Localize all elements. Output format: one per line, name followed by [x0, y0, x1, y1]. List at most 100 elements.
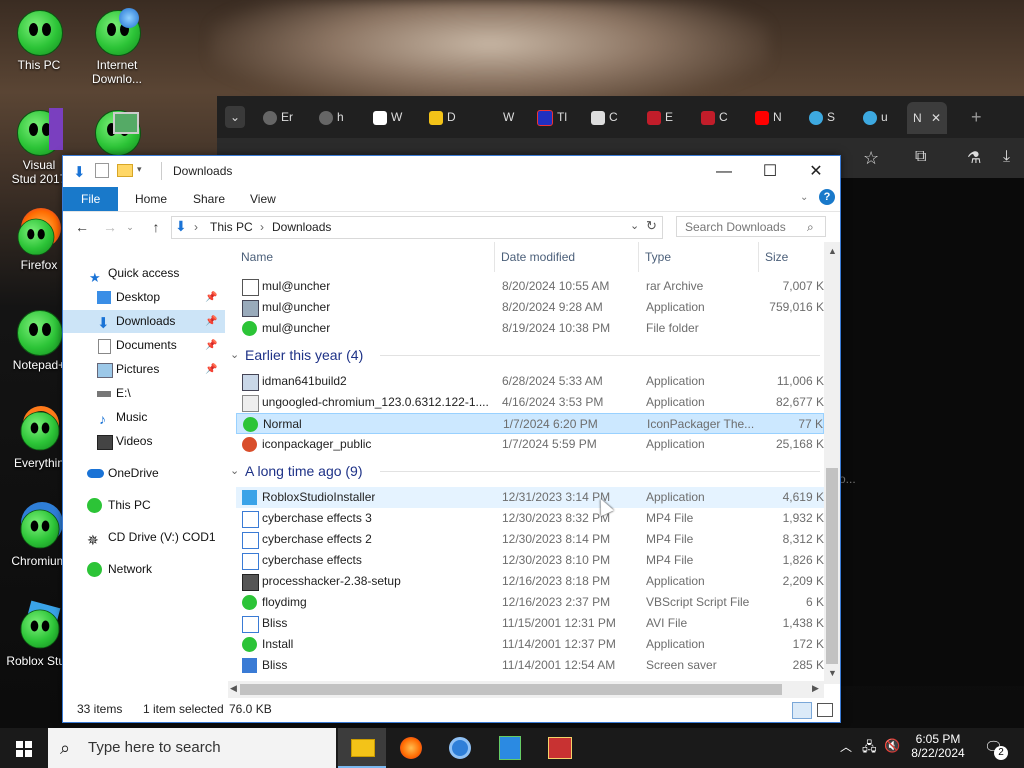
refresh-icon[interactable]: ↻ — [646, 218, 657, 234]
table-row[interactable]: ungoogled-chromium_123.0.6312.122-1.... … — [236, 392, 824, 413]
tab-home[interactable]: Home — [121, 187, 181, 211]
taskbar-search-input[interactable]: ⌕ Type here to search — [48, 728, 336, 768]
column-header-size[interactable]: Size — [765, 242, 788, 272]
forward-button[interactable]: → — [99, 216, 121, 238]
new-tab-button[interactable]: + — [971, 106, 982, 128]
action-center-button[interactable]: 🗨 2 — [980, 728, 1014, 768]
taskbar-iconpackager[interactable] — [536, 728, 584, 768]
tab-share[interactable]: Share — [179, 187, 239, 211]
scroll-thumb[interactable] — [826, 468, 838, 664]
horizontal-scrollbar[interactable]: ◀ ▶ — [228, 681, 824, 698]
close-tab-icon[interactable]: ✕ — [931, 111, 941, 125]
start-button[interactable] — [0, 728, 48, 768]
details-view-icon[interactable] — [792, 702, 812, 719]
nav-pictures[interactable]: Pictures 📌 — [63, 358, 225, 381]
table-row[interactable]: processhacker-2.38-setup 12/16/2023 8:18… — [236, 571, 824, 592]
group-header-long-ago[interactable]: ⌄ A long time ago (9) — [230, 460, 824, 482]
taskbar-process-app[interactable] — [486, 728, 534, 768]
nav-downloads[interactable]: ⬇ Downloads 📌 — [63, 310, 225, 333]
extensions-icon[interactable]: ⧉ — [915, 148, 926, 166]
browser-tab[interactable]: Er — [263, 106, 293, 128]
table-row-selected[interactable]: Normal 1/7/2024 6:20 PM IconPackager The… — [236, 413, 824, 434]
labs-flask-icon[interactable]: ⚗ — [967, 148, 981, 168]
browser-tab-active[interactable]: N ✕ — [907, 102, 948, 134]
column-header-type[interactable]: Type — [645, 242, 671, 272]
pin-icon[interactable]: 📌 — [205, 358, 217, 381]
nav-cd-drive[interactable]: ✵ CD Drive (V:) COD1 — [63, 526, 225, 549]
large-icons-view-icon[interactable] — [817, 703, 833, 717]
nav-quick-access[interactable]: ★ Quick access — [63, 262, 225, 285]
browser-tab[interactable]: C — [591, 106, 618, 128]
browser-tab[interactable]: D — [429, 106, 456, 128]
properties-icon[interactable] — [95, 163, 109, 178]
table-row[interactable]: RobloxStudioInstaller 12/31/2023 3:14 PM… — [236, 487, 824, 508]
pin-icon[interactable]: 📌 — [205, 286, 217, 309]
taskbar-firefox[interactable] — [388, 728, 436, 768]
nav-music[interactable]: ♪ Music — [63, 406, 225, 429]
bookmark-star-icon[interactable]: ☆ — [863, 148, 879, 169]
column-header-name[interactable]: Name — [241, 242, 273, 272]
table-row[interactable]: Install 11/14/2001 12:37 PM Application … — [236, 634, 824, 655]
recent-locations-icon[interactable]: ⌄ — [119, 216, 141, 238]
up-button[interactable]: ↑ — [145, 216, 167, 238]
volume-muted-icon[interactable]: 🔇 — [884, 738, 900, 754]
browser-tab[interactable]: E — [647, 106, 673, 128]
scroll-right-icon[interactable]: ▶ — [812, 683, 819, 694]
table-row[interactable]: mul@uncher 8/19/2024 10:38 PM File folde… — [236, 318, 824, 339]
browser-tab[interactable]: h — [319, 106, 344, 128]
table-row[interactable]: cyberchase effects 2 12/30/2023 8:14 PM … — [236, 529, 824, 550]
show-hidden-icons-chevron-icon[interactable]: ︿ — [840, 738, 852, 755]
table-row[interactable]: Bliss 11/14/2001 12:54 AM Screen saver 2… — [236, 655, 824, 676]
nav-this-pc[interactable]: This PC — [63, 494, 225, 517]
nav-videos[interactable]: Videos — [63, 430, 225, 453]
browser-tab[interactable]: Tl — [537, 106, 567, 128]
breadcrumb-downloads[interactable]: Downloads — [272, 220, 331, 234]
taskbar-chromium[interactable] — [436, 728, 484, 768]
scroll-thumb[interactable] — [240, 684, 782, 695]
desktop-icon-internet-download[interactable]: Internet Downlo... — [78, 8, 156, 86]
desktop-icon-this-pc[interactable]: This PC — [0, 8, 78, 72]
table-row[interactable]: mul@uncher 8/20/2024 10:55 AM rar Archiv… — [236, 276, 824, 297]
tab-file[interactable]: File — [63, 187, 119, 211]
scroll-left-icon[interactable]: ◀ — [230, 683, 237, 694]
tab-search-button[interactable]: ⌄ — [225, 106, 245, 128]
table-row[interactable]: iconpackager_public 1/7/2024 5:59 PM App… — [236, 434, 824, 455]
table-row[interactable]: cyberchase effects 3 12/30/2023 8:32 PM … — [236, 508, 824, 529]
help-icon[interactable]: ? — [819, 189, 835, 205]
table-row[interactable]: floydimg 12/16/2023 2:37 PM VBScript Scr… — [236, 592, 824, 613]
maximize-button[interactable]: ☐ — [747, 156, 793, 187]
vertical-scrollbar[interactable]: ▲ ▼ — [824, 242, 840, 684]
pin-icon[interactable]: 📌 — [205, 310, 217, 333]
browser-tab[interactable]: W — [373, 106, 402, 128]
table-row[interactable]: cyberchase effects 12/30/2023 8:10 PM MP… — [236, 550, 824, 571]
table-row[interactable]: idman641build2 6/28/2024 5:33 AM Applica… — [236, 371, 824, 392]
search-input[interactable]: Search Downloads — [676, 216, 826, 237]
table-row[interactable]: mul@uncher 8/20/2024 9:28 AM Application… — [236, 297, 824, 318]
scroll-up-icon[interactable]: ▲ — [828, 246, 837, 256]
table-row[interactable]: Bliss 11/15/2001 12:31 PM AVI File 1,438… — [236, 613, 824, 634]
address-dropdown-icon[interactable]: ⌄ — [630, 219, 639, 232]
back-button[interactable]: ← — [71, 216, 93, 238]
close-button[interactable]: ✕ — [793, 156, 839, 187]
download-icon[interactable]: ⤓ — [1003, 148, 1010, 166]
nav-network[interactable]: Network — [63, 558, 225, 581]
browser-tab[interactable]: C — [701, 106, 728, 128]
minimize-button[interactable]: — — [701, 156, 747, 187]
browser-tab[interactable]: S — [809, 106, 835, 128]
tab-view[interactable]: View — [236, 187, 290, 211]
address-bar[interactable]: ⬇ › This PC › Downloads ⌄ ↻ — [171, 216, 663, 239]
nav-e-drive[interactable]: E:\ — [63, 382, 225, 405]
desktop-icon-computer[interactable] — [78, 108, 156, 158]
pin-icon[interactable]: 📌 — [205, 334, 217, 357]
browser-tab[interactable]: u — [863, 106, 888, 128]
nav-documents[interactable]: Documents 📌 — [63, 334, 225, 357]
breadcrumb-this-pc[interactable]: This PC — [210, 220, 253, 234]
group-header-earlier[interactable]: ⌄ Earlier this year (4) — [230, 344, 824, 366]
scroll-down-icon[interactable]: ▼ — [828, 668, 837, 678]
quick-access-toolbar-dropdown-icon[interactable]: ▾ — [137, 164, 142, 175]
nav-onedrive[interactable]: OneDrive — [63, 462, 225, 485]
new-folder-icon[interactable] — [117, 164, 133, 177]
expand-ribbon-icon[interactable]: ⌄ — [800, 192, 808, 203]
nav-desktop[interactable]: Desktop 📌 — [63, 286, 225, 309]
browser-tab[interactable]: W — [503, 106, 514, 128]
